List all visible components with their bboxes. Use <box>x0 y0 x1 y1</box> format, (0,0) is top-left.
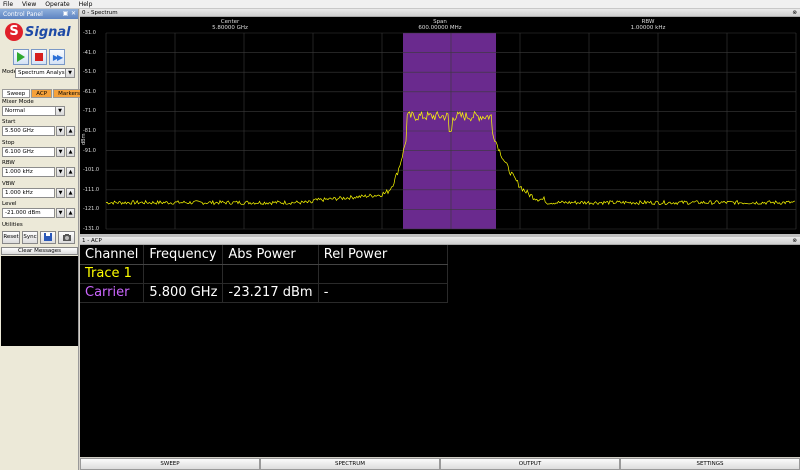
rel-power-cell <box>318 264 449 284</box>
abs-power-cell <box>222 264 319 284</box>
channel-cell: Carrier <box>80 283 145 303</box>
rbw-input[interactable]: 1.000 kHz <box>2 167 55 177</box>
mode-value: Spectrum Analysis <box>18 70 70 76</box>
acp-panel-titlebar: 1 - ACP ⊗ <box>80 237 800 245</box>
save-button[interactable] <box>40 231 56 244</box>
control-panel-title: Control Panel <box>3 10 43 18</box>
logo-text: Signal <box>25 25 71 40</box>
spectrum-panel-title: 0 - Spectrum <box>82 10 118 16</box>
stop-decrement-button[interactable]: ▼ <box>56 147 65 157</box>
level-label: Level <box>2 201 17 207</box>
tab-sweep-bottom[interactable]: SWEEP <box>80 458 260 470</box>
level-input[interactable]: -21.000 dBm <box>2 208 55 218</box>
camera-icon <box>62 234 71 241</box>
save-icon <box>44 233 52 241</box>
transport-controls: ▶▶ <box>13 49 67 65</box>
frequency-cell <box>143 264 224 284</box>
tab-settings-bottom[interactable]: SETTINGS <box>620 458 800 470</box>
table-row: Carrier 5.800 GHz -23.217 dBm - <box>80 283 449 303</box>
tab-acp[interactable]: ACP <box>31 89 53 98</box>
spectrum-plot[interactable]: Center 5.80000 GHz Span 600.00000 MHz RB… <box>80 17 800 234</box>
column-channel: Channel <box>80 245 145 265</box>
tab-output-bottom[interactable]: OUTPUT <box>440 458 620 470</box>
vbw-decrement-button[interactable]: ▼ <box>56 188 65 198</box>
fast-forward-icon: ▶▶ <box>52 52 63 62</box>
rel-power-cell: - <box>318 283 449 303</box>
message-log <box>1 256 78 346</box>
bottom-tab-bar: SWEEP SPECTRUM OUTPUT SETTINGS <box>80 458 800 470</box>
rbw-label: RBW <box>2 160 15 166</box>
close-icon[interactable]: ✕ <box>70 10 77 17</box>
frequency-cell: 5.800 GHz <box>143 283 224 303</box>
start-label: Start <box>2 119 16 125</box>
control-tabs: Sweep ACP Markers <box>2 89 86 98</box>
acp-panel-title: 1 - ACP <box>82 238 102 244</box>
keypad-icon[interactable]: ⋮ <box>72 208 80 216</box>
keypad-icon[interactable]: ⋮ <box>72 147 80 155</box>
float-icon[interactable]: ▣ <box>62 10 69 17</box>
stop-button[interactable] <box>31 49 47 65</box>
stop-icon <box>35 53 43 61</box>
column-rel-power: Rel Power <box>318 245 449 265</box>
tab-spectrum-bottom[interactable]: SPECTRUM <box>260 458 440 470</box>
acp-table: Channel Frequency Abs Power Rel Power Tr… <box>80 245 449 303</box>
close-icon[interactable]: ⊗ <box>792 237 797 245</box>
table-row: Trace 1 <box>80 264 449 284</box>
mode-select[interactable]: Spectrum Analysis ▼ <box>15 68 75 78</box>
chevron-down-icon: ▼ <box>65 69 74 77</box>
stop-input[interactable]: 6.100 GHz <box>2 147 55 157</box>
abs-power-cell: -23.217 dBm <box>222 283 319 303</box>
mixer-mode-label: Mixer Mode <box>2 99 34 105</box>
utilities-label: Utilities <box>2 222 23 228</box>
level-decrement-button[interactable]: ▼ <box>56 208 65 218</box>
tab-sweep[interactable]: Sweep <box>2 89 31 98</box>
column-frequency: Frequency <box>143 245 224 265</box>
vbw-label: VBW <box>2 181 15 187</box>
spectrum-panel-titlebar: 0 - Spectrum ⊗ <box>80 9 800 17</box>
menu-view[interactable]: View <box>22 1 36 8</box>
rbw-decrement-button[interactable]: ▼ <box>56 167 65 177</box>
spectrum-graph <box>105 32 797 230</box>
keypad-icon[interactable]: ⋮ <box>72 167 80 175</box>
reset-button[interactable]: Reset <box>2 231 20 244</box>
menu-file[interactable]: File <box>3 1 13 8</box>
single-sweep-button[interactable]: ▶▶ <box>49 49 65 65</box>
channel-cell: Trace 1 <box>80 264 145 284</box>
play-icon <box>17 52 25 62</box>
logo-mark: S <box>5 23 23 41</box>
menu-bar: File View Operate Help <box>0 0 800 9</box>
screenshot-button[interactable] <box>58 231 75 244</box>
start-decrement-button[interactable]: ▼ <box>56 126 65 136</box>
menu-help[interactable]: Help <box>79 1 93 8</box>
keypad-icon[interactable]: ⋮ <box>72 188 80 196</box>
menu-operate[interactable]: Operate <box>45 1 69 8</box>
control-panel: Control Panel ▣ ✕ S Signal ▶▶ Mode Spect… <box>0 9 85 470</box>
signal-hound-logo: S Signal <box>5 23 75 41</box>
acp-table-panel: Channel Frequency Abs Power Rel Power Tr… <box>80 245 800 457</box>
sync-button[interactable]: Sync <box>22 231 38 244</box>
table-header: Channel Frequency Abs Power Rel Power <box>80 245 449 265</box>
control-panel-titlebar: Control Panel ▣ ✕ <box>0 9 78 19</box>
start-input[interactable]: 5.500 GHz <box>2 126 55 136</box>
column-abs-power: Abs Power <box>222 245 319 265</box>
close-icon[interactable]: ⊗ <box>792 9 797 17</box>
mixer-mode-value: Normal <box>5 108 25 114</box>
chevron-down-icon: ▼ <box>55 107 64 115</box>
play-button[interactable] <box>13 49 29 65</box>
keypad-icon[interactable]: ⋮ <box>72 126 80 134</box>
mixer-mode-select[interactable]: Normal ▼ <box>2 106 65 116</box>
clear-messages-button[interactable]: Clear Messages <box>1 247 78 255</box>
stop-label: Stop <box>2 140 15 146</box>
vbw-input[interactable]: 1.000 kHz <box>2 188 55 198</box>
